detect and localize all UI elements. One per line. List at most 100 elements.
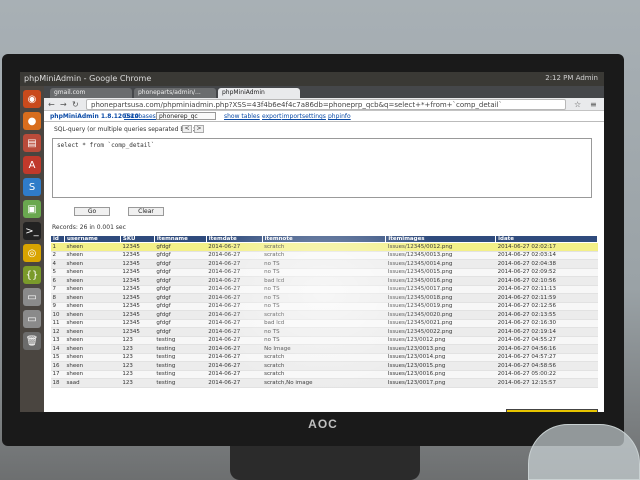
virtualbox-icon[interactable]: ▣ [23,200,41,218]
table-cell: scratch [262,370,386,379]
go-button[interactable]: Go [74,207,110,216]
trash-icon[interactable]: 🗑 [23,332,41,350]
table-cell: saad [64,378,121,388]
monitor-stand [230,446,420,480]
table-cell: sheen [64,327,121,337]
screen: phpMiniAdmin - Google Chrome 2:12 PM Adm… [20,72,604,412]
table-cell: 15 [50,353,65,362]
table-cell: sheen [64,319,121,328]
results-body: 1 sheen 12345 gfdgf 2014-06-27 scratch Issues/… [50,242,598,388]
column-header[interactable]: itemnote [261,235,387,243]
table-cell: 2014-06-27 [206,353,263,362]
databases-link[interactable]: Databases: [124,113,158,120]
table-cell: 2014-06-27 [206,370,263,379]
show-tables-link[interactable]: show tables [224,113,260,120]
column-header[interactable]: itemname [153,235,207,243]
table-row[interactable]: 8 sheen 12345 gfdgf 2014-06-27 no TS Issues/12… [50,293,598,303]
column-header[interactable]: id [50,235,65,243]
table-cell: gfdgf [154,310,207,320]
column-header[interactable]: itemimages [385,235,497,243]
table-cell: sheen [64,293,121,303]
tab-2[interactable]: phoneparts/admin/... [134,88,216,98]
files-icon[interactable]: ▤ [23,134,41,152]
table-row[interactable]: 5 sheen 12345 gfdgf 2014-06-27 no TS Issues/12… [50,268,598,277]
ubuntu-logo-icon[interactable]: ◉ [23,90,41,108]
table-cell: Issues/123/0012.png [385,336,496,345]
column-header[interactable]: itemdate [205,235,263,243]
back-icon[interactable]: ← [48,100,55,109]
clear-button[interactable]: Clear [128,207,164,216]
table-cell: testing [154,370,207,379]
table-row[interactable]: 18 saad 123 testing 2014-06-27 scratch,No ima… [50,378,598,388]
history-prev-button[interactable]: < [182,125,192,133]
url-input[interactable]: phonepartsusa.com/phpminiadmin.php?XSS=4… [86,99,566,110]
column-header[interactable]: idate [495,235,598,243]
clock: 2:12 PM [545,74,574,82]
import-link[interactable]: import [282,113,302,120]
table-cell: 12345 [120,327,155,337]
reload-icon[interactable]: ↻ [72,100,79,109]
column-header[interactable]: SKU [119,235,155,243]
table-row[interactable]: 7 sheen 12345 gfdgf 2014-06-27 no TS Issues/12… [50,285,598,294]
table-row[interactable]: 15 sheen 123 testing 2014-06-27 scratch Issues… [50,353,598,362]
skype-icon[interactable]: S [23,178,41,196]
table-row[interactable]: 16 sheen 123 testing 2014-06-27 scratch Issues… [50,361,598,371]
tab-phpminiadmin[interactable]: phpMiniAdmin [218,88,300,98]
firefox-icon[interactable]: ● [23,112,41,130]
monitor-osd-buttons [506,409,598,412]
export-link[interactable]: export [262,113,281,120]
table-cell: sheen [64,353,121,362]
database-select[interactable]: phonerep_qc [156,112,216,120]
software-center-icon[interactable]: A [23,156,41,174]
table-cell: 2014-06-27 02:12:56 [495,302,598,311]
table-cell: Issues/12345/0018.png [385,293,496,303]
table-cell: no TS [262,302,386,311]
forward-icon[interactable]: → [60,100,67,109]
table-cell: sheen [64,302,121,311]
chrome-icon[interactable]: ◎ [23,244,41,262]
table-cell: 18 [50,378,65,388]
table-row[interactable]: 10 sheen 12345 gfdgf 2014-06-27 scratch Issues… [50,310,598,320]
table-row[interactable]: 1 sheen 12345 gfdgf 2014-06-27 scratch Issues/… [50,242,598,252]
table-row[interactable]: 2 sheen 12345 gfdgf 2014-06-27 scratch Issues/… [50,251,598,260]
history-next-button[interactable]: > [194,125,204,133]
table-cell: Issues/12345/0021.png [385,319,496,328]
settings-link[interactable]: settings [302,113,326,120]
drive-icon[interactable]: ▭ [23,288,41,306]
table-cell: gfdgf [154,242,207,252]
tab-1[interactable]: gmail.com [50,88,132,98]
table-cell: 12345 [120,242,155,252]
table-row[interactable]: 14 sheen 123 testing 2014-06-27 No Image Issue… [50,344,598,354]
table-cell: Issues/12345/0014.png [385,259,496,269]
table-cell: sheen [64,251,121,260]
table-cell: no TS [262,285,386,294]
star-icon[interactable]: ☆ [574,100,581,109]
table-cell: scratch [262,361,386,371]
table-cell: gfdgf [154,276,207,286]
system-tray[interactable]: 2:12 PM Admin [545,74,598,82]
table-row[interactable]: 9 sheen 12345 gfdgf 2014-06-27 no TS Issues/12… [50,302,598,311]
table-row[interactable]: 12 sheen 12345 gfdgf 2014-06-27 no TS Issues/1… [50,327,598,337]
table-cell: 2014-06-27 [206,293,263,303]
table-cell: sheen [64,242,121,252]
table-cell: Issues/12345/0016.png [385,276,496,286]
sql-query-textarea[interactable]: select * from `comp_detail` [52,138,592,198]
column-header[interactable]: username [63,235,121,243]
table-cell: 2014-06-27 [206,344,263,354]
table-row[interactable]: 4 sheen 12345 gfdgf 2014-06-27 no TS Issues/12… [50,259,598,269]
table-cell: sheen [64,344,121,354]
menu-icon[interactable]: ≡ [590,100,597,109]
table-row[interactable]: 11 sheen 12345 gfdgf 2014-06-27 bad lcd Issues… [50,319,598,328]
table-cell: 2014-06-27 02:19:14 [495,327,598,337]
drive-icon[interactable]: ▭ [23,310,41,328]
table-cell: 12345 [120,319,155,328]
table-row[interactable]: 17 sheen 123 testing 2014-06-27 scratch Issues… [50,370,598,379]
table-cell: 2014-06-27 [206,285,263,294]
terminal-icon[interactable]: >_ [23,222,41,240]
table-row[interactable]: 13 sheen 123 testing 2014-06-27 no TS Issues/1… [50,336,598,345]
table-cell: 5 [50,268,65,277]
table-cell: 2014-06-27 04:58:56 [495,361,598,371]
brackets-icon[interactable]: {} [23,266,41,284]
table-row[interactable]: 6 sheen 12345 gfdgf 2014-06-27 bad lcd Issues/… [50,276,598,286]
phpinfo-link[interactable]: phpinfo [328,113,351,120]
